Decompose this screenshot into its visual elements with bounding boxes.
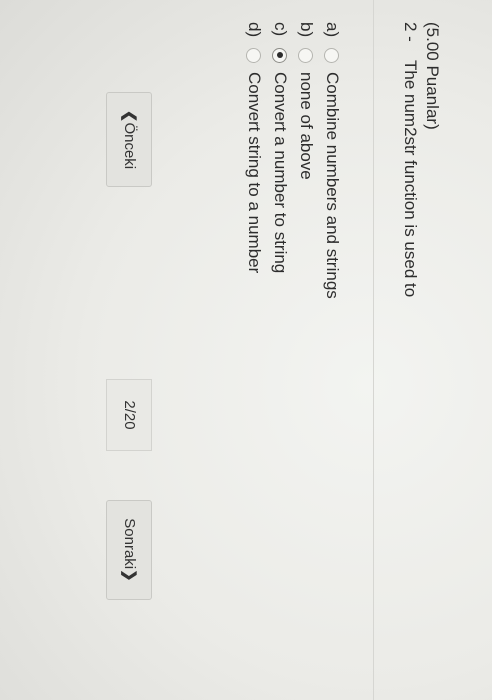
chevron-left-icon: ❮: [121, 109, 138, 123]
chevron-right-icon: ❯: [121, 569, 138, 582]
next-button[interactable]: Sonraki❯: [106, 500, 152, 600]
option-label: Combine numbers and strings: [323, 72, 342, 299]
quiz-page: (5.00 Puanlar) 2 - The num2str function …: [0, 0, 492, 700]
question-text: The num2str function is used to: [401, 60, 420, 298]
question-number: 2 -: [401, 22, 420, 42]
quiz-content: (5.00 Puanlar) 2 - The num2str function …: [0, 0, 492, 700]
page-counter: 2/20: [106, 379, 152, 451]
radio-button-selected[interactable]: [272, 48, 287, 63]
radio-button[interactable]: [298, 48, 313, 63]
option-label: none of above: [297, 72, 316, 180]
option-letter: b): [297, 22, 316, 38]
radio-button[interactable]: [246, 48, 261, 63]
question-points: (5.00 Puanlar): [423, 22, 442, 130]
option-letter: d): [245, 22, 264, 38]
next-label: Sonraki: [121, 518, 138, 570]
radio-button[interactable]: [324, 48, 339, 63]
previous-label: Önceki: [121, 122, 138, 170]
option-label: Convert string to a number: [245, 72, 264, 274]
divider: [373, 0, 374, 700]
previous-button[interactable]: ❮Önceki: [106, 92, 152, 187]
option-letter: a): [323, 22, 342, 38]
option-label: Convert a number to string: [271, 72, 290, 274]
option-letter: c): [271, 22, 290, 37]
navigation-bar: ❮Önceki 2/20 Sonraki❯: [106, 92, 152, 652]
